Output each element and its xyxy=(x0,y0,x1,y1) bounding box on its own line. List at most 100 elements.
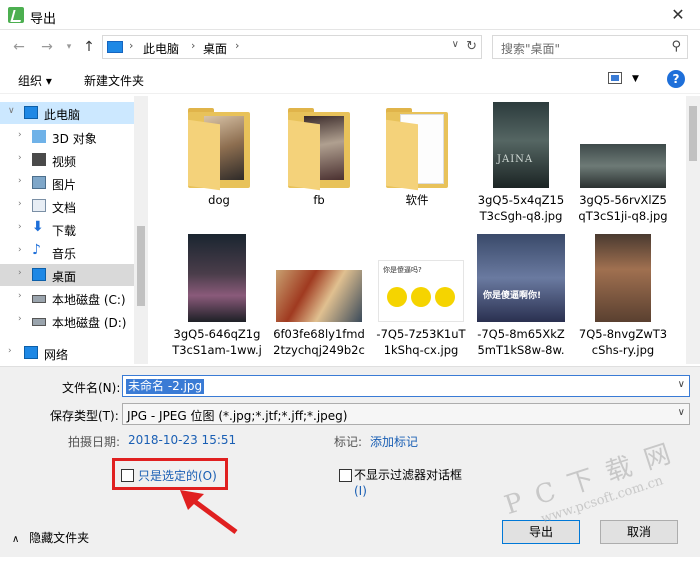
file-name: -7Q5-8m65XkZ 5mT1kS8w-8w. xyxy=(477,327,565,357)
sidebar-item-this-pc[interactable]: ∨ 此电脑 xyxy=(0,102,134,124)
red-arrow-icon xyxy=(180,490,238,535)
address-bar[interactable]: › 此电脑 › 桌面 › ∨ ↻ xyxy=(102,35,482,59)
chevron-down-icon[interactable]: ∨ xyxy=(678,407,685,418)
chevron-right-icon: › xyxy=(235,39,240,52)
sidebar-item-drive-d[interactable]: › 本地磁盘 (D:) xyxy=(0,310,134,332)
drive-icon xyxy=(32,318,46,326)
file-list: dog fb 软件 JAINA 3gQ5-5x4qZ15 T3cSgh-q8.jp… xyxy=(150,96,686,364)
filetype-value: JPG - JPEG 位图 (*.jpg;*.jtf;*.jff;*.jpeg) xyxy=(127,409,348,423)
highlight-box xyxy=(112,458,228,490)
sidebar-item-documents[interactable]: › 文档 xyxy=(0,195,134,217)
chevron-right-icon[interactable]: › xyxy=(18,268,22,278)
help-icon[interactable]: ? xyxy=(667,70,685,88)
video-icon xyxy=(32,153,46,166)
sidebar-item-label: 音乐 xyxy=(52,247,77,261)
organize-menu[interactable]: 组织 ▾ xyxy=(18,72,52,89)
desktop-icon xyxy=(32,268,46,281)
network-icon xyxy=(24,346,38,359)
chevron-right-icon[interactable]: › xyxy=(18,199,22,209)
chevron-right-icon[interactable]: › xyxy=(18,176,22,186)
file-name: 6f03fe68ly1fmd 2tzychqj249b2c xyxy=(273,327,365,357)
download-icon: ⬇ xyxy=(32,219,44,235)
app-logo-icon xyxy=(8,7,24,23)
folder-item-dog[interactable]: dog xyxy=(170,108,268,208)
breadcrumb-this-pc[interactable]: 此电脑 xyxy=(143,40,179,57)
history-dropdown-icon[interactable]: ▾ xyxy=(60,38,78,56)
sidebar-item-pictures[interactable]: › 图片 xyxy=(0,172,134,194)
up-button[interactable]: ↑ xyxy=(80,38,98,56)
image-thumbnail: 你是傻逼吗? xyxy=(378,260,464,322)
cancel-button[interactable]: 取消 xyxy=(600,520,678,544)
image-item[interactable]: 你是傻逼吗? -7Q5-7z53K1uT 1kShq-cx.jpg xyxy=(372,234,470,358)
image-thumbnail xyxy=(276,270,362,322)
thumbnail-caption: JAINA xyxy=(497,154,534,165)
filetype-select[interactable]: JPG - JPEG 位图 (*.jpg;*.jtf;*.jff;*.jpeg)… xyxy=(122,403,690,425)
sidebar-item-music[interactable]: › ♪ 音乐 xyxy=(0,241,134,263)
folder-item-software[interactable]: 软件 xyxy=(368,108,466,208)
image-item[interactable]: 6f03fe68ly1fmd 2tzychqj249b2c xyxy=(270,234,368,358)
add-tag-link[interactable]: 添加标记 xyxy=(370,433,418,450)
sidebar-item-label: 3D 对象 xyxy=(52,132,97,146)
no-filter-shortcut: (I) xyxy=(354,484,367,498)
chevron-right-icon[interactable]: › xyxy=(18,222,22,232)
image-item[interactable]: 3gQ5-646qZ1g T3cS1am-1ww.j xyxy=(168,234,266,358)
sidebar-item-downloads[interactable]: › ⬇ 下载 xyxy=(0,218,134,240)
address-row: ← → ▾ ↑ › 此电脑 › 桌面 › ∨ ↻ 搜索"桌面" ⚲ xyxy=(0,31,700,63)
no-filter-label[interactable]: 不显示过滤器对话框 xyxy=(354,466,462,483)
file-list-scrollbar[interactable] xyxy=(686,96,700,364)
cube-icon xyxy=(32,130,46,143)
refresh-icon[interactable]: ↻ xyxy=(466,39,477,54)
chevron-down-icon[interactable]: ∨ xyxy=(8,106,15,116)
filename-input[interactable]: 未命名 -2.jpg ∨ xyxy=(122,375,690,397)
image-thumbnail: 你是傻逼啊你! xyxy=(477,234,565,322)
image-item[interactable]: 3gQ5-56rvXlZ5 qT3cS1ji-q8.jpg xyxy=(574,102,672,224)
folder-icon xyxy=(386,108,448,191)
sidebar-item-3d-objects[interactable]: › 3D 对象 xyxy=(0,126,134,148)
image-item[interactable]: JAINA 3gQ5-5x4qZ15 T3cSgh-q8.jpg xyxy=(472,102,570,224)
sidebar-item-label: 网络 xyxy=(44,348,69,362)
address-dropdown-icon[interactable]: ∨ xyxy=(452,39,459,50)
folder-item-fb[interactable]: fb xyxy=(270,108,368,208)
chevron-down-icon[interactable]: ∨ xyxy=(678,379,685,390)
chevron-right-icon[interactable]: › xyxy=(18,153,22,163)
export-button[interactable]: 导出 xyxy=(502,520,580,544)
image-thumbnail xyxy=(188,234,246,322)
sidebar-item-drive-c[interactable]: › 本地磁盘 (C:) xyxy=(0,287,134,309)
chevron-right-icon[interactable]: › xyxy=(18,245,22,255)
new-folder-button[interactable]: 新建文件夹 xyxy=(84,72,144,89)
sidebar-item-videos[interactable]: › 视频 xyxy=(0,149,134,171)
chevron-right-icon[interactable]: › xyxy=(18,314,22,324)
chevron-right-icon[interactable]: › xyxy=(18,130,22,140)
image-item[interactable]: 7Q5-8nvgZwT3 cShs-ry.jpg xyxy=(574,234,672,358)
chevron-up-icon: ∧ xyxy=(12,534,20,545)
filename-label: 文件名(N): xyxy=(62,381,121,395)
chevron-right-icon[interactable]: › xyxy=(18,291,22,301)
back-button[interactable]: ← xyxy=(10,38,28,56)
folder-icon xyxy=(288,108,350,191)
search-input[interactable]: 搜索"桌面" ⚲ xyxy=(492,35,688,59)
sidebar-item-label: 此电脑 xyxy=(44,108,81,122)
navigation-pane: ∨ 此电脑 › 3D 对象 › 视频 › 图片 › 文档 › ⬇ 下载 › ♪ … xyxy=(0,96,148,364)
scrollbar-thumb[interactable] xyxy=(137,226,145,306)
date-value[interactable]: 2018-10-23 15:51 xyxy=(128,433,236,447)
sidebar-item-network[interactable]: › 网络 xyxy=(0,342,134,364)
forward-button[interactable]: → xyxy=(38,38,56,56)
file-name: dog xyxy=(208,193,230,207)
breadcrumb-desktop[interactable]: 桌面 xyxy=(203,40,227,57)
file-name: fb xyxy=(313,193,325,207)
sidebar-item-label: 本地磁盘 (C:) xyxy=(52,293,126,307)
no-filter-checkbox[interactable] xyxy=(339,469,352,482)
sidebar-scrollbar[interactable] xyxy=(134,96,148,364)
file-name: 3gQ5-5x4qZ15 T3cSgh-q8.jpg xyxy=(477,193,565,223)
close-button[interactable]: ✕ xyxy=(664,4,692,26)
hide-folders-toggle[interactable]: ∧ 隐藏文件夹 xyxy=(12,529,89,546)
thumbnail-caption: 你是傻逼啊你! xyxy=(483,291,542,301)
file-name: 7Q5-8nvgZwT3 cShs-ry.jpg xyxy=(578,327,668,357)
window-title: 导出 xyxy=(30,12,57,27)
chevron-right-icon[interactable]: › xyxy=(8,346,12,356)
sidebar-item-desktop[interactable]: › 桌面 xyxy=(0,264,134,286)
scrollbar-thumb[interactable] xyxy=(689,106,697,161)
view-options-icon[interactable] xyxy=(608,72,622,84)
view-dropdown-icon[interactable]: ▼ xyxy=(632,74,639,84)
image-item[interactable]: 你是傻逼啊你! -7Q5-8m65XkZ 5mT1kS8w-8w. xyxy=(472,234,570,358)
